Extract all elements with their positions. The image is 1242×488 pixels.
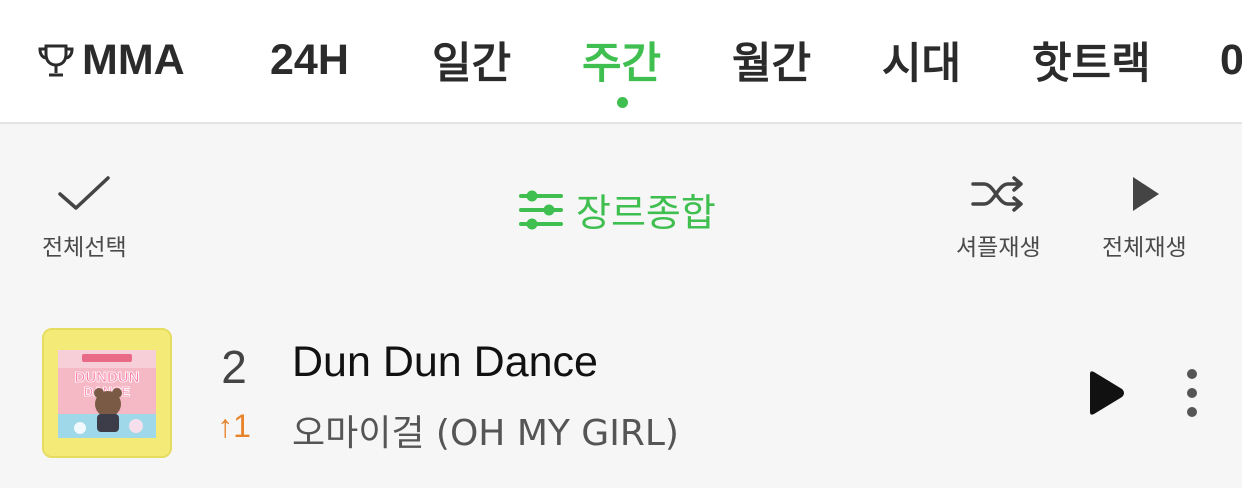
tab-weekly[interactable]: 주간 (582, 30, 662, 108)
tab-24h[interactable]: 24H (270, 30, 349, 90)
active-tab-indicator (616, 97, 628, 108)
album-art-image: DUNDUN DANCE (44, 330, 170, 456)
tab-label: 시대 (882, 40, 962, 88)
play-icon (1090, 371, 1124, 415)
trophy-icon (38, 44, 74, 77)
chart-tab-bar: MMA 24H 일간 주간 월간 시대 핫트랙 0 (0, 0, 1242, 124)
tab-label: 0 (1220, 35, 1242, 84)
tab-hot-track[interactable]: 핫트랙 (1032, 30, 1151, 90)
genre-filter-button[interactable]: 장르종합 (518, 182, 716, 237)
tab-daily[interactable]: 일간 (432, 30, 511, 90)
chart-toolbar: 전체선택 장르종합 셔플재생 전체재생 (0, 126, 1242, 286)
tab-label: 24H (270, 35, 349, 84)
play-all-label: 전체재생 (1102, 235, 1187, 261)
tab-label: 월간 (732, 40, 812, 88)
tab-label: MMA (82, 35, 185, 84)
tab-era[interactable]: 시대 (882, 30, 961, 90)
tab-label: 주간 (582, 40, 662, 88)
play-icon (1133, 177, 1160, 211)
tab-monthly[interactable]: 월간 (732, 30, 811, 90)
tab-label: 일간 (432, 40, 512, 88)
song-artist[interactable]: 오마이걸 (OH MY GIRL) (292, 404, 679, 456)
tab-label: 핫트랙 (1032, 40, 1151, 88)
shuffle-play-label: 셔플재생 (956, 235, 1041, 261)
rank-change-up: ↑1 (217, 408, 251, 444)
play-all-button[interactable]: 전체재생 (1102, 174, 1187, 262)
sliders-icon (519, 190, 563, 229)
song-more-options-button[interactable] (1180, 368, 1204, 422)
chart-song-row[interactable]: DUNDUN DANCE 2 ↑1 Dun Dun Dance 오마이걸 (OH… (0, 316, 1242, 466)
shuffle-play-button[interactable]: 셔플재생 (956, 174, 1041, 262)
tab-mma[interactable]: MMA (36, 30, 185, 90)
checkmark-icon (58, 176, 111, 210)
song-play-button[interactable] (1086, 370, 1126, 420)
tab-partial[interactable]: 0 (1220, 30, 1242, 90)
chart-rank: 2 (221, 341, 247, 393)
select-all-label: 전체선택 (42, 235, 127, 261)
select-all-button[interactable]: 전체선택 (42, 174, 127, 262)
album-cover[interactable]: DUNDUN DANCE (42, 328, 172, 458)
more-vertical-icon (1187, 369, 1197, 417)
shuffle-icon (971, 176, 1024, 212)
genre-filter-label: 장르종합 (576, 191, 716, 235)
song-title[interactable]: Dun Dun Dance (292, 338, 598, 387)
